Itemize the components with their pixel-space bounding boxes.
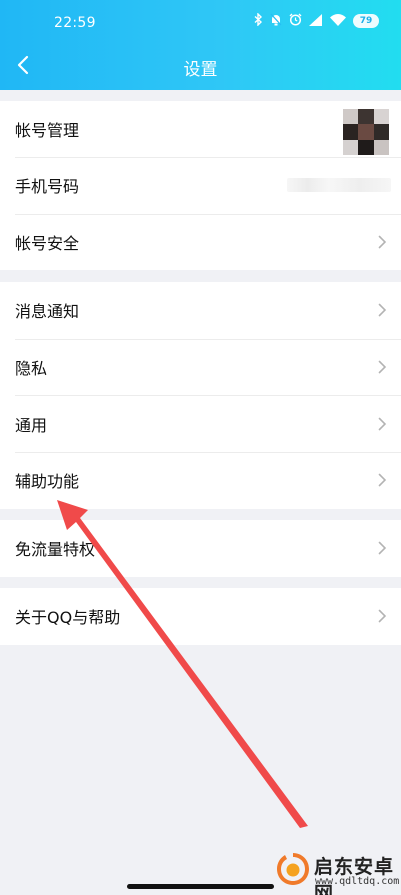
settings-row-general[interactable]: 通用: [0, 395, 401, 452]
status-time: 22:59: [54, 15, 96, 31]
row-label: 手机号码: [15, 177, 80, 197]
status-bar: 22:59 79: [0, 0, 401, 46]
row-label: 通用: [15, 415, 48, 435]
chevron-right-icon: [378, 235, 387, 249]
settings-row-privacy[interactable]: 隐私: [0, 338, 401, 396]
watermark: 启东安卓网 www.qdltdq.com: [264, 848, 401, 895]
settings-row-notifications[interactable]: 消息通知: [0, 282, 401, 339]
chevron-right-icon: [378, 417, 387, 431]
home-indicator[interactable]: [127, 884, 274, 889]
chevron-right-icon: [378, 474, 387, 487]
row-label: 辅助功能: [15, 472, 80, 492]
row-label: 免流量特权: [15, 540, 96, 560]
chevron-right-icon: [378, 542, 387, 555]
settings-row-accessibility[interactable]: 辅助功能: [0, 452, 401, 509]
settings-row-about-help[interactable]: 关于QQ与帮助: [0, 588, 401, 645]
watermark-url: www.qdltdq.com: [315, 876, 400, 887]
settings-row-account-security[interactable]: 帐号安全: [0, 213, 401, 271]
row-label: 隐私: [15, 359, 48, 379]
settings-group-general: 消息通知 隐私 通用 辅助功能: [0, 282, 401, 509]
settings-group-data: 免流量特权: [0, 520, 401, 577]
settings-group-about: 关于QQ与帮助: [0, 588, 401, 645]
battery-icon: 79: [353, 14, 379, 28]
row-label: 消息通知: [15, 302, 80, 322]
nav-bar: 设置: [0, 46, 401, 90]
settings-row-free-data[interactable]: 免流量特权: [0, 520, 401, 577]
header: 22:59 79 设置: [0, 0, 401, 90]
row-label: 帐号管理: [15, 121, 80, 140]
row-label: 关于QQ与帮助: [15, 608, 121, 628]
wifi-icon: [330, 13, 346, 29]
row-label: 帐号安全: [15, 234, 80, 254]
watermark-title: 启东安卓网: [314, 856, 395, 895]
signal-icon: [309, 13, 323, 29]
watermark-logo-icon: [277, 853, 309, 885]
mute-icon: [270, 13, 282, 29]
chevron-right-icon: [378, 610, 387, 623]
avatar[interactable]: [343, 109, 389, 155]
chevron-right-icon: [378, 304, 387, 317]
page-title: 设置: [183, 60, 218, 80]
alarm-icon: [289, 13, 302, 29]
settings-group-account: 帐号管理 手机号码 帐号安全: [0, 101, 401, 271]
bluetooth-icon: [254, 12, 263, 29]
phone-number-value-blurred: [287, 178, 391, 193]
settings-row-phone-number[interactable]: 手机号码: [0, 157, 401, 214]
status-icons: 79: [254, 12, 379, 29]
settings-row-account-management[interactable]: 帐号管理: [0, 101, 401, 157]
chevron-right-icon: [378, 360, 387, 374]
